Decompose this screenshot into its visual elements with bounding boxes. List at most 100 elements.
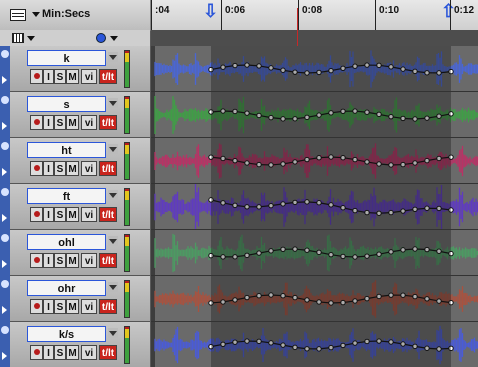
track-options-icon[interactable] bbox=[1, 188, 9, 196]
track-header[interactable]: ohr I S M vi t/lt bbox=[0, 276, 150, 322]
chevron-down-icon[interactable] bbox=[108, 236, 118, 246]
expand-triangle-icon[interactable] bbox=[2, 352, 7, 360]
record-enable-button[interactable] bbox=[30, 299, 43, 314]
selection-region[interactable] bbox=[211, 138, 451, 183]
track-playlist-lane[interactable] bbox=[151, 276, 478, 322]
input-monitor-button[interactable]: I bbox=[43, 207, 54, 222]
grid-icon[interactable] bbox=[12, 33, 24, 43]
selection-region[interactable] bbox=[211, 46, 451, 91]
input-monitor-button[interactable]: I bbox=[43, 161, 54, 176]
track-header[interactable]: k/s I S M vi t/lt bbox=[0, 322, 150, 367]
chevron-down-icon[interactable] bbox=[108, 144, 118, 154]
track-name[interactable]: ht bbox=[27, 142, 106, 158]
voice-button[interactable]: vi bbox=[81, 69, 97, 84]
track-name[interactable]: s bbox=[27, 96, 106, 112]
solo-button[interactable]: S bbox=[54, 115, 66, 130]
expand-triangle-icon[interactable] bbox=[2, 306, 7, 314]
ruler-timebase-label[interactable]: Min:Secs bbox=[42, 8, 90, 20]
timebase-button[interactable]: t/lt bbox=[99, 161, 117, 176]
timebase-button[interactable]: t/lt bbox=[99, 345, 117, 360]
track-playlist-lane[interactable] bbox=[151, 184, 478, 230]
record-enable-button[interactable] bbox=[30, 207, 43, 222]
input-monitor-button[interactable]: I bbox=[43, 299, 54, 314]
record-enable-button[interactable] bbox=[30, 69, 43, 84]
track-options-icon[interactable] bbox=[1, 234, 9, 242]
voice-button[interactable]: vi bbox=[81, 345, 97, 360]
track-header[interactable]: ht I S M vi t/lt bbox=[0, 138, 150, 184]
input-monitor-button[interactable]: I bbox=[43, 345, 54, 360]
input-monitor-button[interactable]: I bbox=[43, 115, 54, 130]
track-header[interactable]: ohl I S M vi t/lt bbox=[0, 230, 150, 276]
expand-triangle-icon[interactable] bbox=[2, 214, 7, 222]
track-playlist-lane[interactable] bbox=[151, 138, 478, 184]
solo-button[interactable]: S bbox=[54, 299, 66, 314]
record-enable-button[interactable] bbox=[30, 115, 43, 130]
voice-button[interactable]: vi bbox=[81, 299, 97, 314]
track-options-icon[interactable] bbox=[1, 96, 9, 104]
solo-button[interactable]: S bbox=[54, 345, 66, 360]
track-options-icon[interactable] bbox=[1, 142, 9, 150]
timebase-button[interactable]: t/lt bbox=[99, 69, 117, 84]
menu-icon[interactable] bbox=[10, 9, 26, 21]
timebase-button[interactable]: t/lt bbox=[99, 115, 117, 130]
voice-button[interactable]: vi bbox=[81, 115, 97, 130]
chevron-down-icon[interactable] bbox=[108, 190, 118, 200]
record-enable-button[interactable] bbox=[30, 253, 43, 268]
track-header[interactable]: ft I S M vi t/lt bbox=[0, 184, 150, 230]
timebase-button[interactable]: t/lt bbox=[99, 299, 117, 314]
mute-button[interactable]: M bbox=[66, 69, 79, 84]
track-name[interactable]: k bbox=[27, 50, 106, 66]
record-enable-button[interactable] bbox=[30, 161, 43, 176]
voice-button[interactable]: vi bbox=[81, 207, 97, 222]
track-playlist-lane[interactable] bbox=[151, 46, 478, 92]
timebase-button[interactable]: t/lt bbox=[99, 207, 117, 222]
selection-region[interactable] bbox=[211, 92, 451, 137]
timebase-button[interactable]: t/lt bbox=[99, 253, 117, 268]
chevron-down-icon[interactable] bbox=[108, 98, 118, 108]
solo-button[interactable]: S bbox=[54, 253, 66, 268]
expand-triangle-icon[interactable] bbox=[2, 76, 7, 84]
mute-button[interactable]: M bbox=[66, 161, 79, 176]
mute-button[interactable]: M bbox=[66, 253, 79, 268]
track-options-icon[interactable] bbox=[1, 326, 9, 334]
selection-region[interactable] bbox=[211, 322, 451, 367]
track-options-icon[interactable] bbox=[1, 280, 9, 288]
down-arrow-marker-icon[interactable]: ⇩ bbox=[203, 2, 218, 20]
track-name[interactable]: ohr bbox=[27, 280, 106, 296]
track-options-icon[interactable] bbox=[1, 50, 9, 58]
mute-button[interactable]: M bbox=[66, 345, 79, 360]
voice-button[interactable]: vi bbox=[81, 161, 97, 176]
chevron-down-icon[interactable] bbox=[27, 36, 35, 41]
track-name[interactable]: ft bbox=[27, 188, 106, 204]
track-name[interactable]: ohl bbox=[27, 234, 106, 250]
timeline-ruler[interactable]: Min:Secs :04 ⇩ 0:06 0:08 0:10 ⇧ 0:12 bbox=[0, 0, 478, 31]
chevron-down-icon[interactable] bbox=[108, 328, 118, 338]
selection-region[interactable] bbox=[211, 230, 451, 275]
track-header[interactable]: k I S M vi t/lt bbox=[0, 46, 150, 92]
input-monitor-button[interactable]: I bbox=[43, 253, 54, 268]
expand-triangle-icon[interactable] bbox=[2, 122, 7, 130]
track-name[interactable]: k/s bbox=[27, 326, 106, 342]
solo-button[interactable]: S bbox=[54, 161, 66, 176]
selection-region[interactable] bbox=[211, 276, 451, 321]
chevron-down-icon[interactable] bbox=[108, 52, 118, 62]
track-header[interactable]: s I S M vi t/lt bbox=[0, 92, 150, 138]
chevron-down-icon[interactable] bbox=[110, 36, 118, 41]
track-playlist-lane[interactable] bbox=[151, 322, 478, 367]
input-monitor-button[interactable]: I bbox=[43, 69, 54, 84]
chevron-down-icon[interactable] bbox=[108, 282, 118, 292]
clock-icon[interactable] bbox=[96, 33, 106, 43]
expand-triangle-icon[interactable] bbox=[2, 260, 7, 268]
track-playlist-lane[interactable] bbox=[151, 92, 478, 138]
mute-button[interactable]: M bbox=[66, 115, 79, 130]
playhead[interactable] bbox=[297, 8, 298, 48]
mute-button[interactable]: M bbox=[66, 299, 79, 314]
expand-triangle-icon[interactable] bbox=[2, 168, 7, 176]
voice-button[interactable]: vi bbox=[81, 253, 97, 268]
ruler-ticks[interactable]: :04 ⇩ 0:06 0:08 0:10 ⇧ 0:12 bbox=[151, 0, 478, 30]
selection-region[interactable] bbox=[211, 184, 451, 229]
chevron-down-icon[interactable] bbox=[32, 12, 40, 17]
solo-button[interactable]: S bbox=[54, 69, 66, 84]
track-playlist-lane[interactable] bbox=[151, 230, 478, 276]
solo-button[interactable]: S bbox=[54, 207, 66, 222]
